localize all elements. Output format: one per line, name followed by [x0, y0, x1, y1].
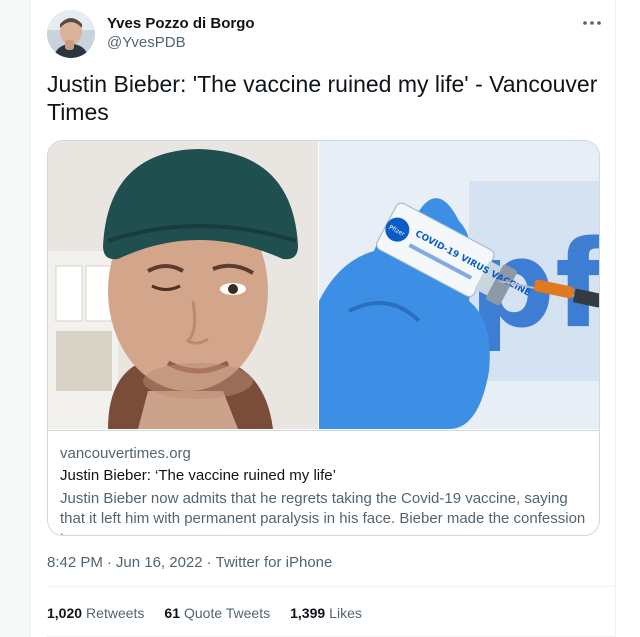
avatar-photo-icon — [47, 10, 95, 58]
retweets-stat[interactable]: 1,020 Retweets — [47, 604, 144, 622]
card-image-vaccine: pfi Pfizer COVID-19 VIRUS VACCINE — [319, 141, 599, 429]
separator-dot: · — [206, 554, 212, 571]
portrait-photo-icon — [48, 141, 318, 429]
link-preview-card[interactable]: pfi Pfizer COVID-19 VIRUS VACCINE vanco — [47, 140, 600, 536]
author-display-name[interactable]: Yves Pozzo di Borgo — [107, 15, 255, 33]
left-sidebar-edge — [0, 0, 31, 637]
tweet-date[interactable]: Jun 16, 2022 — [116, 554, 203, 571]
separator-dot: · — [106, 554, 112, 571]
likes-count: 1,399 — [290, 605, 326, 621]
tweet-time[interactable]: 8:42 PM — [47, 554, 103, 571]
quote-tweets-label: Quote Tweets — [183, 605, 271, 621]
right-sidebar-edge — [615, 0, 640, 637]
author-handle[interactable]: @YvesPDB — [107, 33, 255, 53]
card-meta: vancouvertimes.org Justin Bieber: ‘The v… — [48, 430, 599, 535]
retweets-label: Retweets — [86, 605, 145, 621]
author-avatar[interactable] — [47, 10, 95, 58]
engagement-stats: 1,020 Retweets 61 Quote Tweets 1,399 Likes — [47, 604, 362, 622]
more-dots-icon — [583, 21, 601, 25]
more-options-button[interactable] — [579, 12, 605, 34]
likes-label: Likes — [329, 605, 362, 621]
stats-divider-top — [47, 586, 615, 587]
tweet: Yves Pozzo di Borgo @YvesPDB Justin Bieb… — [31, 0, 615, 637]
tweet-timestamp-row: 8:42 PM · Jun 16, 2022 · Twitter for iPhone — [47, 553, 332, 573]
card-description: Justin Bieber now admits that he regrets… — [60, 490, 586, 535]
card-image-portrait — [48, 141, 318, 429]
likes-stat[interactable]: 1,399 Likes — [290, 604, 362, 622]
card-title: Justin Bieber: ‘The vaccine ruined my li… — [60, 467, 336, 484]
tweet-source[interactable]: Twitter for iPhone — [216, 554, 333, 571]
retweets-count: 1,020 — [47, 605, 83, 621]
quote-tweets-stat[interactable]: 61 Quote Tweets — [164, 604, 270, 622]
tweet-text: Justin Bieber: 'The vaccine ruined my li… — [47, 71, 598, 125]
quote-tweets-count: 61 — [164, 605, 180, 621]
card-domain: vancouvertimes.org — [60, 445, 191, 462]
author-info: Yves Pozzo di Borgo @YvesPDB — [107, 15, 255, 53]
vaccine-vial-photo-icon: pfi Pfizer COVID-19 VIRUS VACCINE — [319, 141, 599, 429]
